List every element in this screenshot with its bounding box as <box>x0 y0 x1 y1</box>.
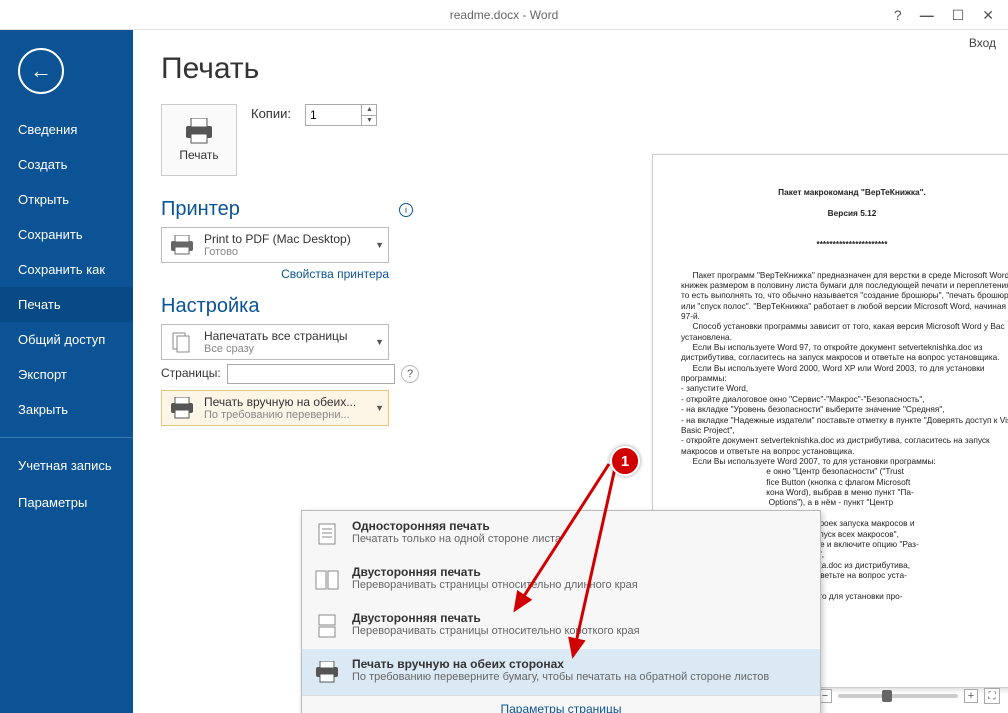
printer-icon <box>182 118 216 144</box>
sidebar-item-info[interactable]: Сведения <box>0 112 133 147</box>
page-single-icon <box>312 519 342 549</box>
sidebar-item-account[interactable]: Учетная запись <box>0 448 133 485</box>
printer-icon <box>168 231 196 259</box>
app-title: readme.docx - Word <box>0 8 1008 22</box>
print-button[interactable]: Печать <box>161 104 237 176</box>
page-duplex-short-icon <box>312 611 342 641</box>
sidebar-item-new[interactable]: Создать <box>0 147 133 182</box>
zoom-in-button[interactable]: + <box>964 689 978 703</box>
dropdown-item-duplex-short[interactable]: Двусторонняя печатьПереворачивать страни… <box>302 603 820 649</box>
info-icon[interactable]: i <box>399 203 413 217</box>
chevron-down-icon: ▼ <box>375 240 384 250</box>
pages-label: Страницы: <box>161 366 221 380</box>
pages-input[interactable] <box>227 364 395 384</box>
duplex-combo[interactable]: Печать вручную на обеих... По требованию… <box>161 390 389 426</box>
sidebar-item-save[interactable]: Сохранить <box>0 217 133 252</box>
page-setup-link[interactable]: Параметры страницы <box>302 695 820 713</box>
zoom-slider[interactable] <box>838 694 958 698</box>
dropdown-item-duplex-long[interactable]: Двусторонняя печатьПереворачивать страни… <box>302 557 820 603</box>
chevron-down-icon: ▼ <box>375 337 384 347</box>
print-what-combo[interactable]: Напечатать все страницы Все сразу ▼ <box>161 324 389 360</box>
zoom-fit-button[interactable]: ⛶ <box>984 688 1000 704</box>
dropdown-item-single[interactable]: Односторонняя печатьПечатать только на о… <box>302 511 820 557</box>
sidebar-item-export[interactable]: Экспорт <box>0 357 133 392</box>
maximize-icon[interactable]: ☐ <box>952 8 965 22</box>
back-button[interactable]: ← <box>18 48 64 94</box>
printer-heading: Принтер <box>161 198 240 221</box>
sidebar-item-share[interactable]: Общий доступ <box>0 322 133 357</box>
dropdown-item-manual-duplex[interactable]: Печать вручную на обеих сторонахПо требо… <box>302 649 820 695</box>
annotation-badge-1: 1 <box>610 446 640 476</box>
backstage-sidebar: ← Сведения Создать Открыть Сохранить Сох… <box>0 30 133 713</box>
minimize-icon[interactable]: — <box>920 8 934 22</box>
copies-up[interactable]: ▲ <box>362 104 377 116</box>
close-icon[interactable]: ✕ <box>982 8 994 22</box>
page-duplex-long-icon <box>312 565 342 595</box>
printer-manual-icon <box>168 394 196 422</box>
duplex-dropdown: Односторонняя печатьПечатать только на о… <box>301 510 821 713</box>
help-icon[interactable]: ? <box>894 8 902 22</box>
printer-combo[interactable]: Print to PDF (Mac Desktop) Готово ▼ <box>161 227 389 263</box>
printer-properties-link[interactable]: Свойства принтера <box>161 267 389 281</box>
copies-down[interactable]: ▼ <box>362 116 377 127</box>
sidebar-item-print[interactable]: Печать <box>0 287 133 322</box>
copies-label: Копии: <box>251 106 291 121</box>
settings-heading: Настройка <box>161 295 259 318</box>
sidebar-item-saveas[interactable]: Сохранить как <box>0 252 133 287</box>
pages-icon <box>168 328 196 356</box>
sidebar-item-close[interactable]: Закрыть <box>0 392 133 427</box>
sidebar-item-open[interactable]: Открыть <box>0 182 133 217</box>
sidebar-item-options[interactable]: Параметры <box>0 485 133 520</box>
printer-manual-icon <box>312 657 342 687</box>
pages-help-icon[interactable]: ? <box>401 365 419 383</box>
chevron-down-icon: ▼ <box>375 403 384 413</box>
